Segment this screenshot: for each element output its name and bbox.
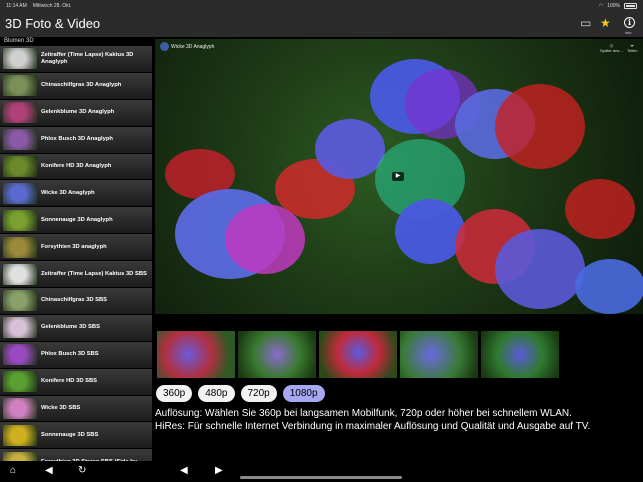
sidebar-item-thumbnail (3, 344, 37, 366)
info-icon[interactable]: i (624, 17, 635, 28)
sidebar-item-label: Wicke 3D SBS (41, 405, 81, 412)
sidebar-item[interactable]: Konifere HD 3D Anaglyph (0, 153, 152, 181)
app-title: 3D Foto & Video (5, 16, 101, 31)
sidebar-item-label: Sonnenauge 3D SBS (41, 431, 99, 438)
status-time: 11:14 AM (6, 2, 27, 9)
sidebar-item-thumbnail (3, 263, 37, 285)
play-icon[interactable]: ▶ (392, 172, 404, 181)
sidebar-item-thumbnail (3, 48, 37, 70)
sidebar-item[interactable]: Zeitraffer (Time Lapse) Kaktus 3D Anagly… (0, 46, 152, 73)
resolution-selector: 360p 480p 720p 1080p (156, 385, 325, 402)
info-line-hires: HiRes: Für schnelle Internet Verbindung … (155, 421, 591, 432)
video-title: Wicke 3D Anaglyph (171, 44, 215, 50)
watch-later-button[interactable]: ◷ Später ans... (600, 43, 623, 53)
main-panel: Wicke 3D Anaglyph ◷ Später ans... ➦ Teil… (152, 37, 643, 461)
battery-icon (624, 2, 637, 9)
sidebar-item-label: Chinaschilfgras 3D SBS (41, 297, 108, 304)
sidebar-item-thumbnail (3, 209, 37, 231)
video-thumbnail[interactable] (319, 331, 397, 378)
resolution-360p-button[interactable]: 360p (156, 385, 193, 402)
sidebar-item[interactable]: Phlox Busch 3D SBS (0, 341, 152, 369)
resolution-480p-button[interactable]: 480p (198, 385, 235, 402)
wifi-icon: ◠ (598, 2, 604, 9)
sidebar: Blumen 3D Zeitraffer (Time Lapse) Kaktus… (0, 37, 152, 461)
sidebar-item[interactable]: Wicke 3D Anaglyph (0, 180, 152, 208)
resolution-720p-button[interactable]: 720p (240, 385, 277, 402)
sidebar-item-thumbnail (3, 129, 37, 151)
sidebar-item-thumbnail (3, 424, 37, 446)
sidebar-item-label: Forsythien 3D anaglyph (41, 243, 107, 250)
sidebar-item[interactable]: Wicke 3D SBS (0, 395, 152, 423)
next-icon[interactable]: ▶ (215, 465, 223, 476)
sidebar-item-label: Chinaschilfgras 3D Anaglyph (41, 82, 122, 89)
sidebar-item[interactable]: Sonnenauge 3D SBS (0, 422, 152, 450)
home-indicator[interactable] (240, 476, 402, 479)
sidebar-item-thumbnail (3, 236, 37, 258)
sidebar-item-thumbnail (3, 451, 37, 461)
channel-logo-icon (160, 42, 169, 51)
sidebar-item[interactable]: Gelenkblume 3D Anaglyph (0, 99, 152, 127)
watch-later-label: Später ans... (600, 48, 623, 53)
video-thumbnail[interactable] (400, 331, 478, 378)
video-thumbnail[interactable] (238, 331, 316, 378)
video-thumbnail[interactable] (481, 331, 559, 378)
sidebar-item-label: Phlox Busch 3D Anaglyph (41, 136, 113, 143)
sidebar-item-label: Konifere HD 3D Anaglyph (41, 163, 112, 169)
info-line-resolution: Auflösung: Wählen Sie 360p bei langsamen… (155, 408, 572, 419)
resolution-info: Auflösung: Wählen Sie 360p bei langsamen… (155, 407, 590, 433)
sidebar-item[interactable]: Forsythien 3D anaglyph (0, 234, 152, 262)
sidebar-item-label: Sonnenauge 3D Anaglyph (41, 216, 113, 223)
share-label: Teilen (627, 48, 638, 53)
inbox-tray-icon[interactable]: ▭ (580, 17, 591, 29)
battery-percent: 100% (607, 2, 620, 9)
sidebar-item[interactable]: Chinaschilfgras 3D Anaglyph (0, 72, 152, 100)
sidebar-item[interactable]: Phlox Busch 3D Anaglyph (0, 126, 152, 154)
sidebar-item-label: Wicke 3D Anaglyph (41, 189, 95, 196)
sidebar-item[interactable]: Zeitraffer (Time Lapse) Kaktus 3D SBS (0, 261, 152, 289)
sidebar-item-thumbnail (3, 102, 37, 124)
info-label: info (625, 30, 632, 35)
reload-icon[interactable]: ↻ (78, 465, 86, 476)
previous-icon[interactable]: ◀ (180, 465, 188, 476)
sidebar-item[interactable]: Chinaschilfgras 3D SBS (0, 288, 152, 315)
home-icon[interactable]: ⌂ (10, 465, 16, 476)
star-icon[interactable]: ★ (600, 17, 611, 29)
video-thumbnail[interactable] (157, 331, 235, 378)
resolution-1080p-button[interactable]: 1080p (282, 385, 325, 402)
sidebar-item-thumbnail (3, 317, 37, 339)
sidebar-section-title: Blumen 3D (4, 38, 34, 44)
sidebar-item-thumbnail (3, 371, 37, 393)
sidebar-item-label: Gelenkblume 3D SBS (41, 324, 100, 331)
sidebar-item-label: Phlox Busch 3D SBS (41, 351, 99, 358)
sidebar-item-label: Zeitraffer (Time Lapse) Kaktus 3D Anagly… (41, 51, 134, 65)
sidebar-item-thumbnail (3, 398, 37, 420)
sidebar-item-thumbnail (3, 182, 37, 204)
sidebar-item[interactable]: Forsythien 3D Stereo SBS (Side by (0, 449, 152, 461)
sidebar-item-thumbnail (3, 156, 37, 177)
sidebar-item-label: Konifere HD 3D SBS (41, 378, 98, 385)
sidebar-item-label: Gelenkblume 3D Anaglyph (41, 109, 115, 116)
sidebar-item[interactable]: Gelenkblume 3D SBS (0, 314, 152, 342)
sidebar-item-label: Zeitraffer (Time Lapse) Kaktus 3D SBS (41, 270, 147, 277)
back-arrow-icon[interactable]: ◀ (45, 465, 53, 476)
sidebar-item[interactable]: Sonnenauge 3D Anaglyph (0, 207, 152, 235)
title-bar: 3D Foto & Video ▭ ★ i info (0, 11, 643, 37)
video-player[interactable]: Wicke 3D Anaglyph ◷ Später ans... ➦ Teil… (155, 39, 643, 314)
video-thumbnails (157, 331, 559, 378)
sidebar-item-thumbnail (3, 75, 37, 97)
sidebar-item[interactable]: Konifere HD 3D SBS (0, 368, 152, 396)
sidebar-item-thumbnail (3, 290, 37, 312)
share-button[interactable]: ➦ Teilen (627, 43, 637, 53)
status-date: Mittwoch 28. Okt. (32, 2, 72, 9)
sidebar-list: Zeitraffer (Time Lapse) Kaktus 3D Anagly… (0, 46, 152, 461)
status-bar: 11:14 AM Mittwoch 28. Okt. ◠ 100% (0, 0, 643, 11)
